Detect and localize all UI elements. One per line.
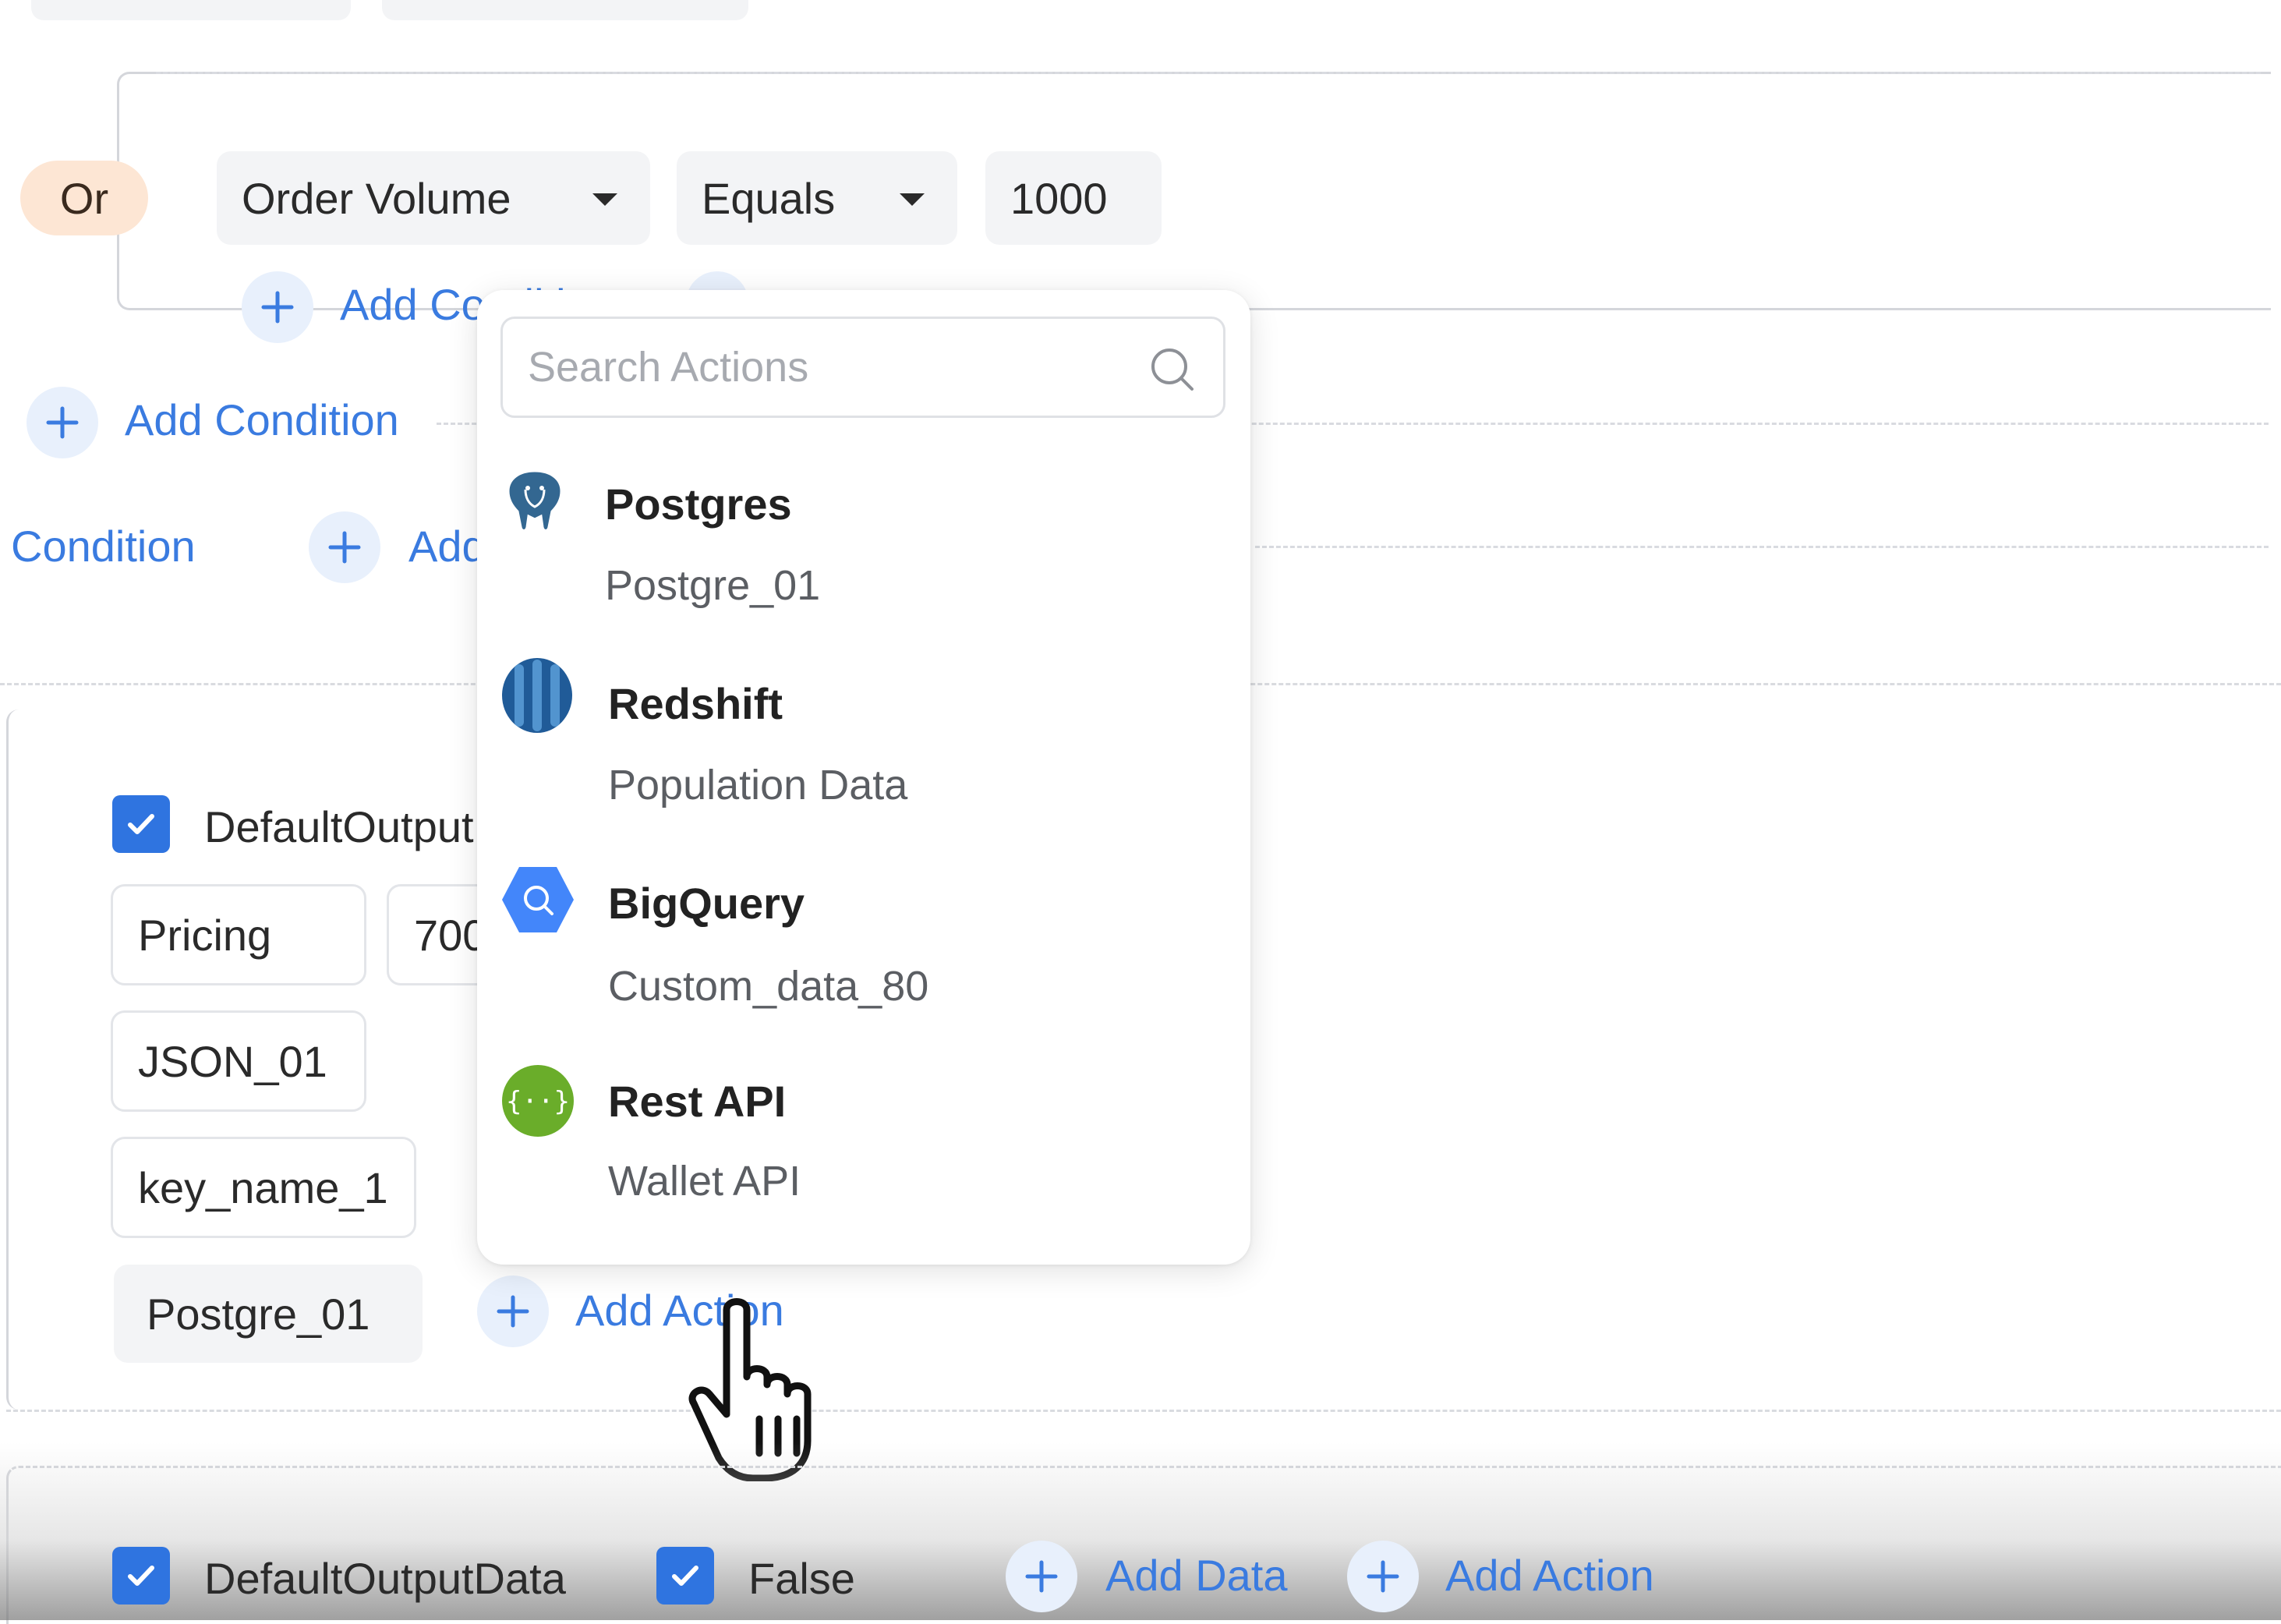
- key-name-field[interactable]: key_name_1: [111, 1137, 416, 1238]
- plus-icon: [261, 291, 294, 324]
- option-postgres-subtitle: Postgre_01: [605, 562, 821, 609]
- divider: [6, 1410, 2281, 1412]
- add-action-footer-label[interactable]: Add Action: [1445, 1550, 1654, 1601]
- option-bigquery[interactable]: BigQuery Custom_data_80: [477, 848, 1250, 1043]
- option-redshift-subtitle: Population Data: [608, 762, 908, 808]
- comparator-select-label: Equals: [702, 173, 836, 223]
- plus-icon: [328, 531, 361, 564]
- add-condition-inner-button[interactable]: [242, 271, 313, 343]
- redshift-icon: [502, 658, 572, 733]
- option-redshift[interactable]: Redshift Population Data: [477, 650, 1250, 837]
- false-checkbox[interactable]: [656, 1547, 714, 1605]
- or-label: Or: [59, 173, 109, 223]
- default-output-data-label: DefaultOutputData: [204, 1554, 566, 1603]
- add-data-button[interactable]: [1006, 1541, 1077, 1612]
- option-redshift-title: Redshift: [608, 679, 783, 728]
- action-chip[interactable]: Postgre_01: [114, 1265, 423, 1363]
- json-field[interactable]: JSON_01: [111, 1010, 366, 1112]
- option-postgres[interactable]: Postgres Postgre_01: [477, 454, 1250, 641]
- caret-down-icon: [592, 193, 617, 206]
- search-actions-field[interactable]: [500, 317, 1225, 418]
- add-data-label[interactable]: Add Data: [1105, 1550, 1288, 1601]
- default-output-checkbox[interactable]: [112, 795, 170, 853]
- divider: [156, 72, 2261, 74]
- json-field-text: JSON_01: [138, 1036, 327, 1086]
- action-chip-text: Postgre_01: [147, 1289, 370, 1339]
- plus-icon: [1025, 1560, 1058, 1593]
- plus-icon: [46, 406, 79, 439]
- field-select-label: Order Volume: [242, 173, 511, 223]
- add-condition-outer-label[interactable]: Add Condition: [125, 395, 399, 445]
- actions-dropdown: Postgres Postgre_01 Redshift Population …: [477, 290, 1250, 1265]
- rest-api-icon: {··}: [502, 1065, 574, 1137]
- pricing-field[interactable]: Pricing: [111, 884, 366, 985]
- default-output-data-checkbox[interactable]: [112, 1547, 170, 1605]
- pricing-field-text: Pricing: [138, 910, 272, 960]
- svg-text:{··}: {··}: [506, 1086, 570, 1117]
- top-field-remnant-1: [31, 0, 351, 20]
- add-button[interactable]: [309, 511, 380, 583]
- add-action-footer-button[interactable]: [1347, 1541, 1419, 1612]
- bigquery-icon: [502, 867, 574, 932]
- option-rest-api-title: Rest API: [608, 1077, 787, 1126]
- plus-icon: [497, 1295, 529, 1328]
- option-bigquery-subtitle: Custom_data_80: [608, 963, 929, 1010]
- top-field-remnant-2: [382, 0, 748, 20]
- add-action-button[interactable]: [477, 1275, 549, 1347]
- plus-icon: [1367, 1560, 1399, 1593]
- value-input[interactable]: 1000: [985, 151, 1162, 245]
- key-name-field-text: key_name_1: [138, 1162, 388, 1212]
- add-link-partial[interactable]: Add: [408, 521, 486, 571]
- option-postgres-title: Postgres: [605, 479, 792, 529]
- field-select[interactable]: Order Volume: [217, 151, 650, 245]
- caret-down-icon: [900, 193, 925, 206]
- checkmark-icon: [128, 1566, 154, 1586]
- checkmark-icon: [672, 1566, 698, 1586]
- pricing-value-text: 700: [414, 910, 487, 960]
- checkmark-icon: [128, 814, 154, 834]
- divider: [1255, 546, 2269, 548]
- false-label: False: [748, 1554, 855, 1603]
- value-input-text: 1000: [1010, 173, 1108, 223]
- condition-link[interactable]: Condition: [11, 521, 196, 571]
- search-icon[interactable]: [1148, 345, 1197, 394]
- option-bigquery-title: BigQuery: [608, 879, 805, 928]
- option-rest-api[interactable]: {··} Rest API Wallet API: [477, 1053, 1250, 1240]
- or-badge[interactable]: Or: [20, 161, 148, 235]
- postgres-icon: [507, 469, 563, 532]
- option-rest-api-subtitle: Wallet API: [608, 1158, 801, 1205]
- add-condition-outer-button[interactable]: [27, 387, 98, 458]
- search-actions-input[interactable]: [526, 342, 1122, 392]
- default-output-label: DefaultOutput: [204, 802, 474, 851]
- comparator-select[interactable]: Equals: [677, 151, 957, 245]
